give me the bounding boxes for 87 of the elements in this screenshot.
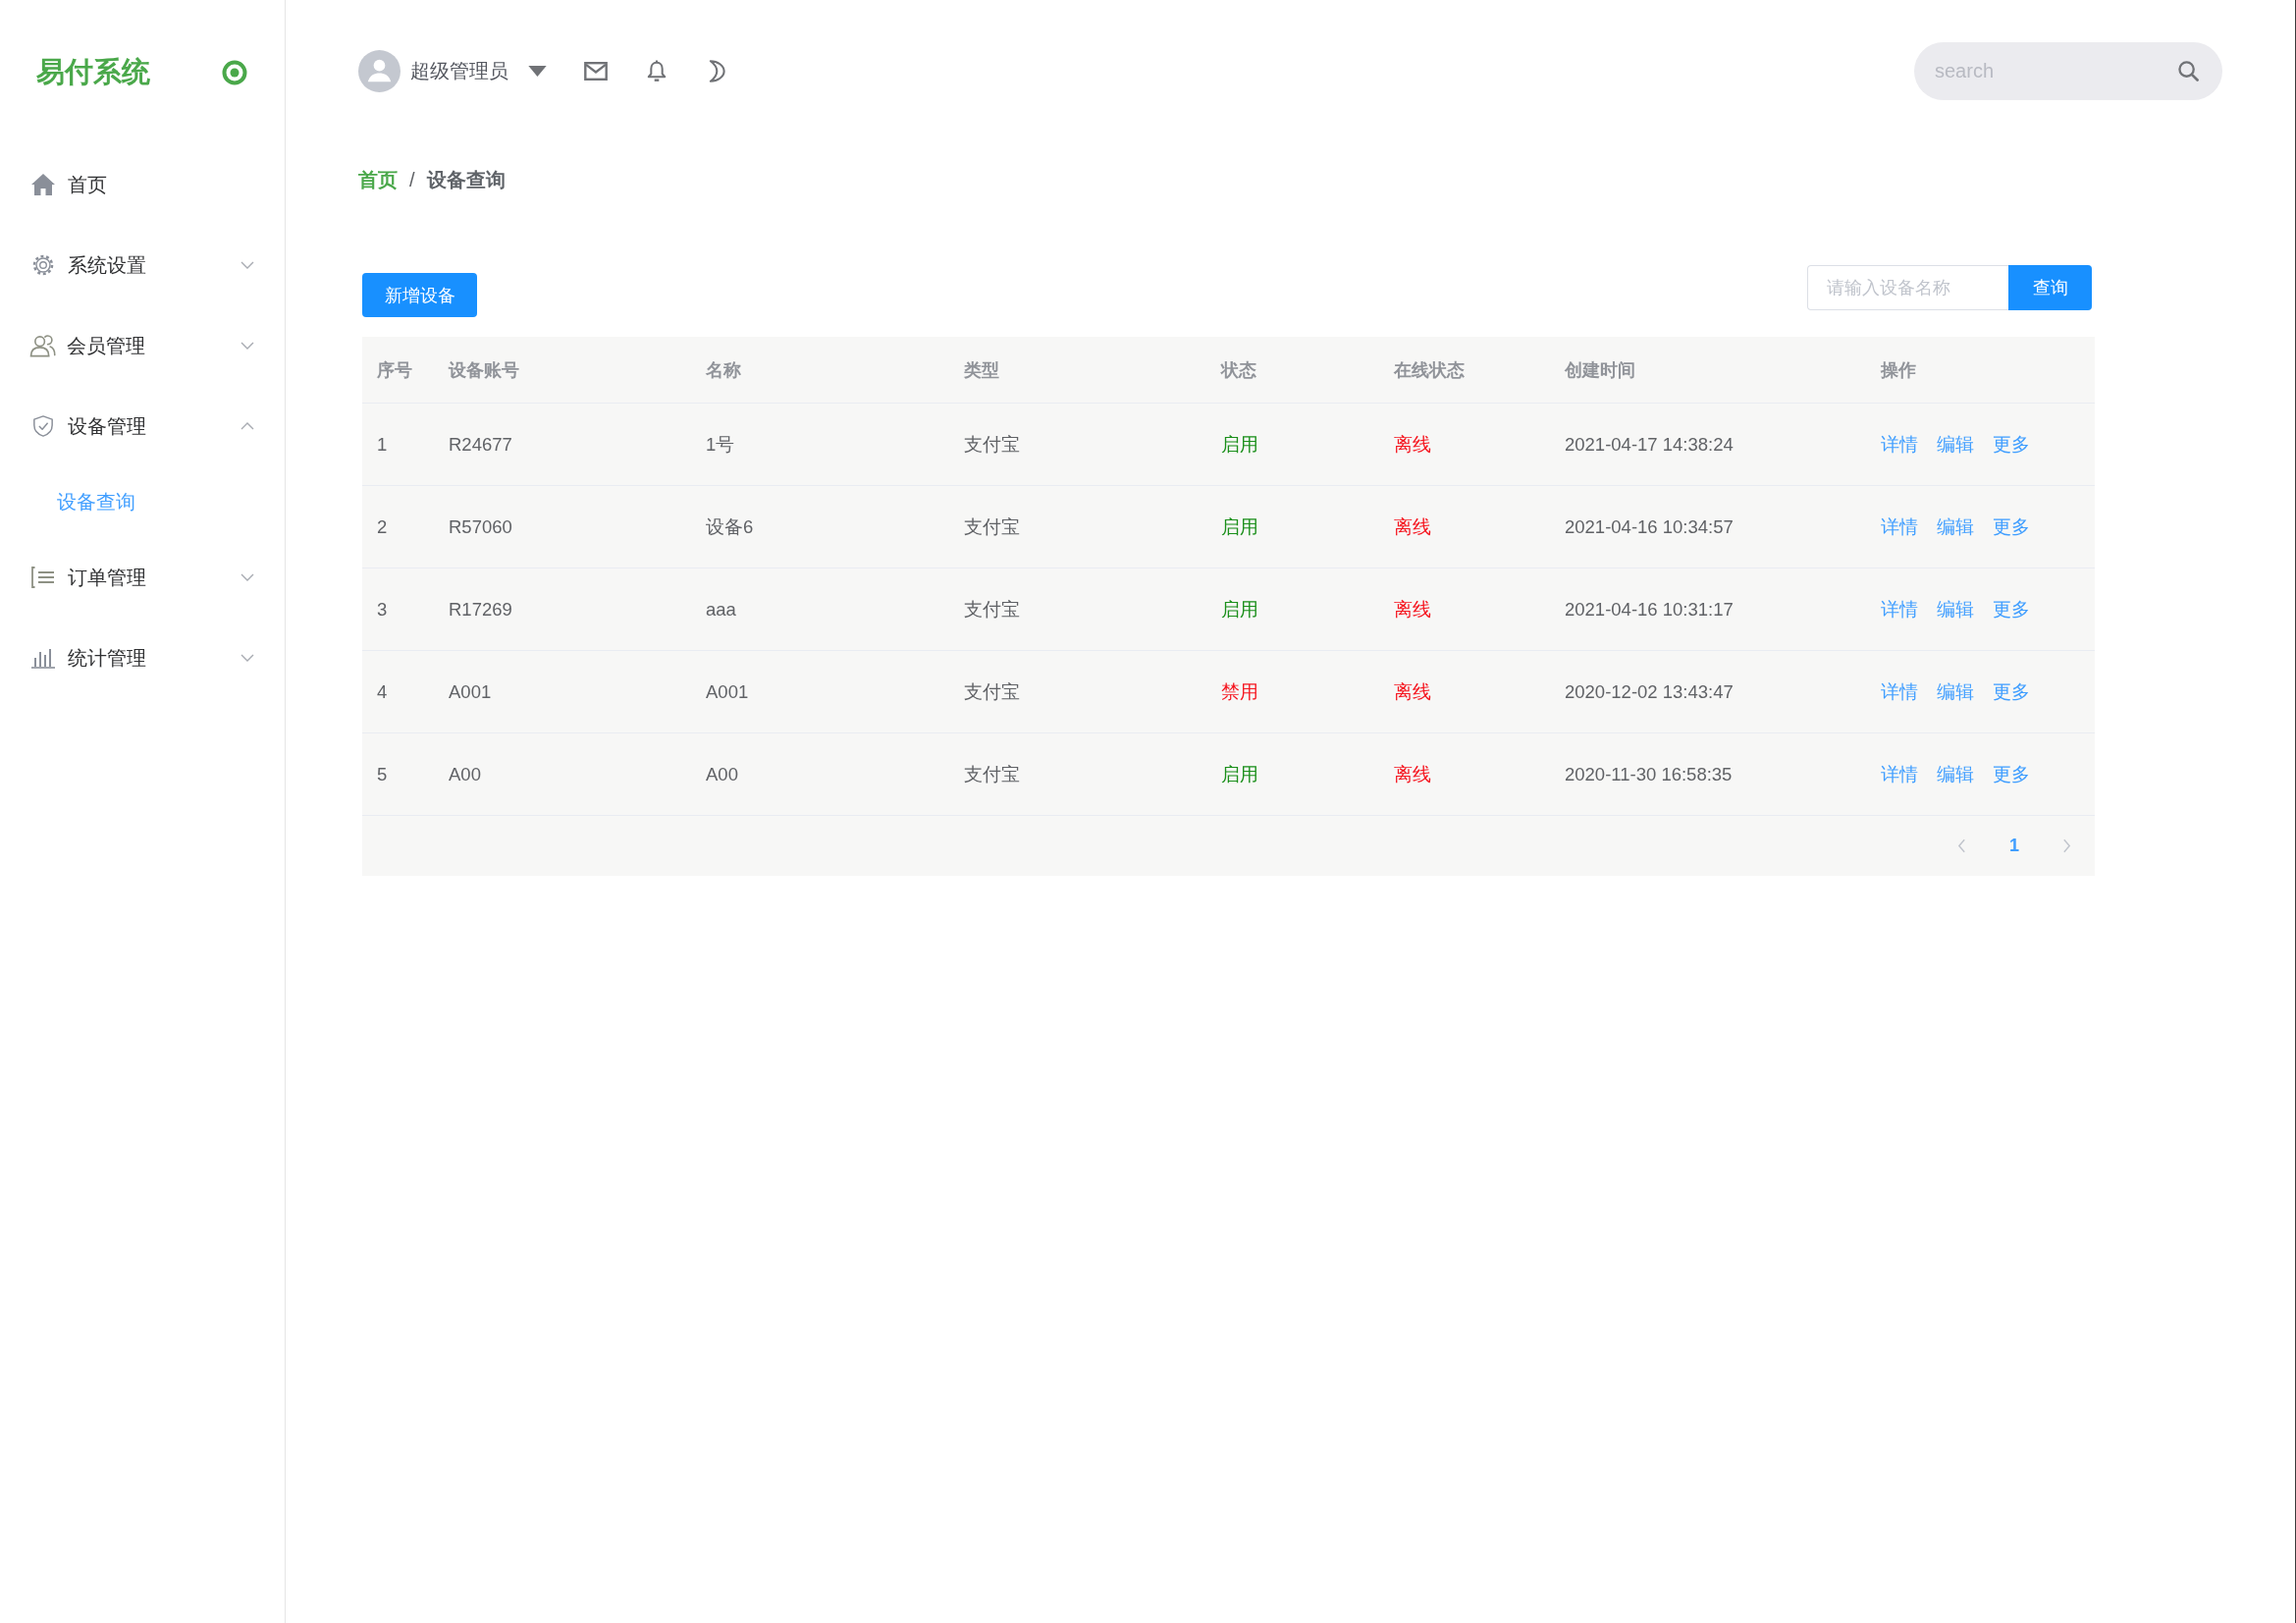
table-cell: R24677 — [434, 403, 691, 486]
column-header: 名称 — [691, 337, 949, 404]
column-header: 在线状态 — [1379, 337, 1550, 404]
table-cell: 2020-12-02 13:43:47 — [1550, 650, 1866, 733]
action-link[interactable]: 更多 — [1993, 514, 2030, 539]
column-header: 类型 — [949, 337, 1206, 404]
target-icon — [222, 59, 247, 85]
table-cell: 启用 — [1206, 485, 1379, 568]
user-menu[interactable]: 超级管理员 — [358, 49, 547, 92]
table-cell: 2021-04-17 14:38:24 — [1550, 403, 1866, 486]
breadcrumb-separator: / — [409, 168, 415, 191]
action-link[interactable]: 编辑 — [1937, 514, 1974, 539]
action-link[interactable]: 更多 — [1993, 432, 2030, 457]
table-cell: A00 — [434, 732, 691, 816]
table-cell: 1号 — [691, 403, 949, 486]
nav-item[interactable]: 会员管理 — [0, 305, 285, 386]
table-cell: 2021-04-16 10:31:17 — [1550, 568, 1866, 651]
shield-check-icon — [31, 415, 55, 437]
table-cell: 2 — [362, 485, 434, 568]
nav-subitem[interactable]: 设备查询 — [0, 466, 285, 537]
table-cell: 2020-11-30 16:58:35 — [1550, 732, 1866, 816]
mail-icon[interactable] — [584, 61, 608, 81]
table-cell: 启用 — [1206, 403, 1379, 486]
table-cell: 3 — [362, 568, 434, 651]
column-header: 状态 — [1206, 337, 1379, 404]
table-cell: 支付宝 — [949, 568, 1206, 651]
bar-chart-icon — [31, 647, 55, 669]
table-cell: A001 — [434, 650, 691, 733]
table-cell: 支付宝 — [949, 732, 1206, 816]
action-link[interactable]: 编辑 — [1937, 432, 1974, 457]
table-cell: R17269 — [434, 568, 691, 651]
column-header: 设备账号 — [434, 337, 691, 404]
nav-item[interactable]: 系统设置 — [0, 225, 285, 305]
nav-item[interactable]: 首页 — [0, 144, 285, 225]
column-header: 创建时间 — [1550, 337, 1866, 404]
table-cell: 支付宝 — [949, 650, 1206, 733]
home-icon — [31, 174, 55, 195]
column-header: 序号 — [362, 337, 434, 404]
table-cell: 支付宝 — [949, 403, 1206, 486]
table-cell: 离线 — [1379, 568, 1550, 651]
nav-item[interactable]: 订单管理 — [0, 537, 285, 618]
action-link[interactable]: 详情 — [1881, 762, 1918, 786]
breadcrumb-current: 设备查询 — [426, 167, 506, 192]
table-cell: 禁用 — [1206, 650, 1379, 733]
table-cell: 启用 — [1206, 568, 1379, 651]
table-cell: 5 — [362, 732, 434, 816]
action-link[interactable]: 详情 — [1881, 514, 1918, 539]
action-link[interactable]: 详情 — [1881, 679, 1918, 704]
bell-icon[interactable] — [646, 59, 667, 82]
input-field[interactable]: 请输入设备名称 — [1807, 265, 2008, 310]
nav-item[interactable]: 设备管理 — [0, 386, 285, 466]
avatar-icon — [358, 49, 400, 92]
add-device-button[interactable]: 新增设备 — [362, 273, 477, 317]
breadcrumb-link[interactable]: 首页 — [358, 166, 398, 193]
table-cell: A001 — [691, 650, 949, 733]
action-link[interactable]: 详情 — [1881, 597, 1918, 622]
action-link[interactable]: 详情 — [1881, 432, 1918, 457]
users-icon — [29, 334, 56, 357]
moon-icon[interactable] — [708, 59, 726, 82]
table-cell: 支付宝 — [949, 485, 1206, 568]
table-cell: 2021-04-16 10:34:57 — [1550, 485, 1866, 568]
page-button[interactable]: 1 — [2005, 836, 2023, 856]
table-cell: 4 — [362, 650, 434, 733]
search-icon — [2178, 60, 2199, 81]
action-link[interactable]: 更多 — [1993, 597, 2030, 622]
table-cell: 启用 — [1206, 732, 1379, 816]
table-cell: 离线 — [1379, 732, 1550, 816]
list-icon — [31, 567, 55, 588]
action-link[interactable]: 编辑 — [1937, 679, 1974, 704]
brand-name: 易付系统 — [36, 54, 150, 89]
nav-item[interactable]: 统计管理 — [0, 618, 285, 698]
table-cell: R57060 — [434, 485, 691, 568]
caret-icon — [528, 65, 547, 77]
table-cell: aaa — [691, 568, 949, 651]
action-link[interactable]: 更多 — [1993, 762, 2030, 786]
table-cell: 1 — [362, 403, 434, 486]
table-cell: 离线 — [1379, 650, 1550, 733]
action-link[interactable]: 编辑 — [1937, 762, 1974, 786]
column-header: 操作 — [1866, 337, 2095, 404]
table-cell: 离线 — [1379, 403, 1550, 486]
table-cell: 设备6 — [691, 485, 949, 568]
action-link[interactable]: 更多 — [1993, 679, 2030, 704]
search-button[interactable]: 查询 — [2008, 265, 2092, 310]
table-cell: 离线 — [1379, 485, 1550, 568]
action-link[interactable]: 编辑 — [1937, 597, 1974, 622]
gear-icon — [31, 254, 55, 276]
table-cell: A00 — [691, 732, 949, 816]
